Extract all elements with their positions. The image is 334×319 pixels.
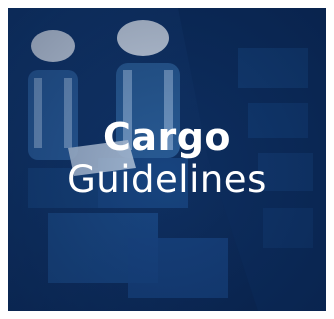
card-title: Cargo Guidelines xyxy=(8,116,326,202)
cargo-guidelines-card[interactable]: Cargo Guidelines xyxy=(8,8,326,311)
title-line-cargo: Cargo xyxy=(102,115,232,159)
title-line-guidelines: Guidelines xyxy=(67,158,267,201)
